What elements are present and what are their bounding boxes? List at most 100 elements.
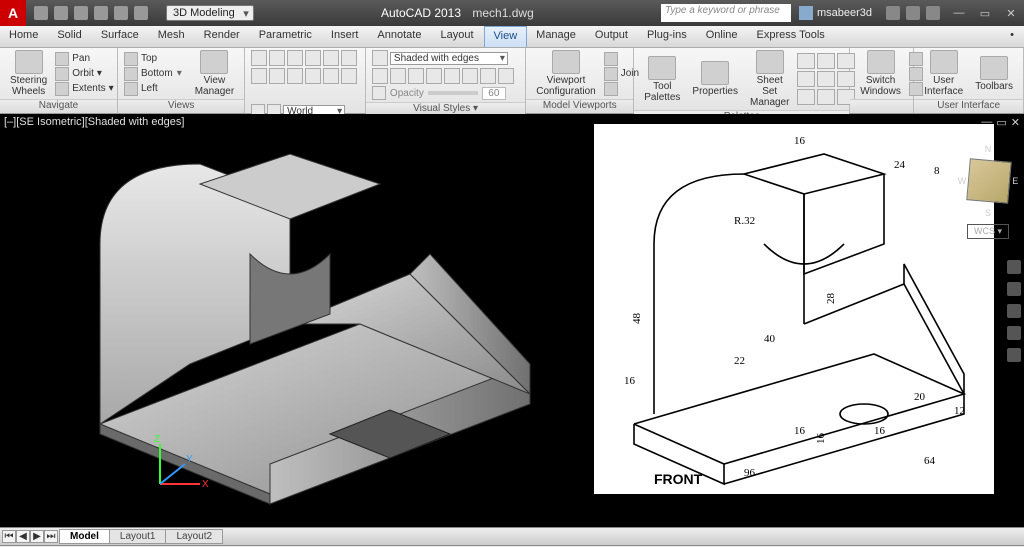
tab-expresstools[interactable]: Express Tools bbox=[748, 26, 835, 47]
qat-print-icon[interactable] bbox=[134, 6, 148, 20]
layout-tab-layout2[interactable]: Layout2 bbox=[165, 529, 223, 544]
orbit-tool-icon[interactable] bbox=[1007, 326, 1021, 340]
ribbon-help-icon[interactable]: • bbox=[1001, 26, 1024, 47]
layout-tab-layout1[interactable]: Layout1 bbox=[109, 529, 167, 544]
sheet-set-button[interactable]: Sheet Set Manager bbox=[746, 50, 793, 108]
vs-icon[interactable] bbox=[498, 68, 514, 84]
panel-windows: Switch Windows bbox=[850, 48, 914, 113]
help-icon[interactable] bbox=[926, 6, 940, 20]
showmotion-icon[interactable] bbox=[1007, 348, 1021, 362]
view-left-button[interactable]: Left bbox=[124, 82, 173, 96]
named-vp-icon bbox=[604, 52, 618, 66]
nav-prev-icon[interactable]: ◀ bbox=[16, 530, 30, 543]
vs-icon[interactable] bbox=[444, 68, 460, 84]
steering-wheels-button[interactable]: Steering Wheels bbox=[6, 50, 51, 97]
viewport-controls[interactable]: [–][SE Isometric][Shaded with edges] bbox=[4, 116, 184, 128]
tab-surface[interactable]: Surface bbox=[92, 26, 149, 47]
drawing-area[interactable]: [–][SE Isometric][Shaded with edges] — ▭… bbox=[0, 114, 1024, 527]
tool-palettes-button[interactable]: Tool Palettes bbox=[640, 56, 684, 103]
stay-connected-icon[interactable] bbox=[906, 6, 920, 20]
close-button[interactable]: ✕ bbox=[998, 3, 1024, 23]
vs-icon[interactable] bbox=[408, 68, 424, 84]
layout-tab-model[interactable]: Model bbox=[59, 529, 110, 544]
signin-user[interactable]: msabeer3d bbox=[799, 6, 872, 20]
opacity-value[interactable]: 60 bbox=[482, 87, 506, 100]
workspace-switcher[interactable]: 3D Modeling bbox=[166, 5, 254, 21]
dim: 40 bbox=[764, 333, 776, 345]
vp-minimize-icon[interactable]: — bbox=[981, 116, 992, 129]
nav-last-icon[interactable]: ⏭ bbox=[44, 530, 58, 543]
vs-preview-icon[interactable] bbox=[372, 50, 388, 66]
view-bottom-button[interactable]: Bottom bbox=[124, 67, 173, 81]
tab-manage[interactable]: Manage bbox=[527, 26, 586, 47]
orbit-button[interactable]: Orbit ▾ bbox=[55, 67, 113, 81]
ucs-icons-grid[interactable] bbox=[251, 50, 357, 102]
model-3d-view bbox=[30, 134, 550, 514]
vp-close-icon[interactable]: ✕ bbox=[1011, 116, 1020, 129]
exchange-icon[interactable] bbox=[886, 6, 900, 20]
vs-icon[interactable] bbox=[372, 68, 388, 84]
view-cube[interactable]: N WE S WCS ▾ bbox=[958, 144, 1018, 244]
vs-icon[interactable] bbox=[462, 68, 478, 84]
qat-open-icon[interactable] bbox=[54, 6, 68, 20]
tab-plugins[interactable]: Plug-ins bbox=[638, 26, 697, 47]
tab-home[interactable]: Home bbox=[0, 26, 48, 47]
view-top-button[interactable]: Top bbox=[124, 52, 173, 66]
panel-navigate: Steering Wheels Pan Orbit ▾ Extents ▾ Na… bbox=[0, 48, 118, 113]
zoom-tool-icon[interactable] bbox=[1007, 304, 1021, 318]
user-interface-icon bbox=[930, 50, 958, 74]
nav-next-icon[interactable]: ▶ bbox=[30, 530, 44, 543]
restore-button[interactable]: ▭ bbox=[972, 3, 998, 23]
nav-first-icon[interactable]: ⏮ bbox=[2, 530, 16, 543]
vs-icon[interactable] bbox=[426, 68, 442, 84]
steering-wheel-icon bbox=[15, 50, 43, 74]
tab-mesh[interactable]: Mesh bbox=[149, 26, 195, 47]
dim: 16 bbox=[874, 425, 886, 437]
tab-view[interactable]: View bbox=[484, 26, 528, 47]
tab-output[interactable]: Output bbox=[586, 26, 638, 47]
switch-windows-icon bbox=[867, 50, 895, 74]
view-cube-face[interactable] bbox=[966, 158, 1012, 204]
qat-undo-icon[interactable] bbox=[94, 6, 108, 20]
qat-redo-icon[interactable] bbox=[114, 6, 128, 20]
vs-icon[interactable] bbox=[390, 68, 406, 84]
layout-nav: ⏮ ◀ ▶ ⏭ bbox=[0, 530, 60, 543]
viewport-config-button[interactable]: Viewport Configuration bbox=[532, 50, 599, 97]
pan-tool-icon[interactable] bbox=[1007, 282, 1021, 296]
minimize-button[interactable]: — bbox=[946, 3, 972, 23]
dim: 24 bbox=[894, 159, 906, 171]
properties-button[interactable]: Properties bbox=[688, 61, 742, 97]
view-manager-button[interactable]: View Manager bbox=[191, 50, 238, 97]
pan-button[interactable]: Pan bbox=[55, 52, 113, 66]
user-avatar-icon bbox=[799, 6, 813, 20]
opacity-slider[interactable] bbox=[428, 91, 478, 95]
full-nav-wheel-icon[interactable] bbox=[1007, 260, 1021, 274]
tab-insert[interactable]: Insert bbox=[322, 26, 369, 47]
tab-layout[interactable]: Layout bbox=[431, 26, 483, 47]
front-label: FRONT bbox=[654, 471, 703, 487]
extents-button[interactable]: Extents ▾ bbox=[55, 82, 113, 96]
app-name: AutoCAD 2013 bbox=[381, 6, 461, 20]
palettes-grid[interactable] bbox=[797, 53, 855, 105]
panel-label: Navigate bbox=[0, 99, 117, 113]
opacity-icon bbox=[372, 86, 386, 100]
tab-online[interactable]: Online bbox=[697, 26, 748, 47]
qat-save-icon[interactable] bbox=[74, 6, 88, 20]
dim: R.32 bbox=[734, 215, 755, 227]
switch-windows-button[interactable]: Switch Windows bbox=[856, 50, 905, 97]
viewport-window-controls: — ▭ ✕ bbox=[981, 116, 1020, 129]
toolbars-icon bbox=[980, 56, 1008, 80]
visual-style-dropdown[interactable]: Shaded with edges bbox=[390, 52, 508, 65]
toolbars-button[interactable]: Toolbars bbox=[971, 56, 1017, 92]
vp-restore-icon[interactable]: ▭ bbox=[996, 116, 1006, 129]
app-menu-button[interactable]: A bbox=[0, 0, 26, 26]
qat-new-icon[interactable] bbox=[34, 6, 48, 20]
tab-render[interactable]: Render bbox=[195, 26, 250, 47]
user-interface-button[interactable]: User Interface bbox=[920, 50, 967, 97]
vs-icon[interactable] bbox=[480, 68, 496, 84]
infocenter-search[interactable]: Type a keyword or phrase bbox=[661, 4, 791, 22]
tab-parametric[interactable]: Parametric bbox=[250, 26, 322, 47]
wcs-dropdown[interactable]: WCS ▾ bbox=[967, 224, 1009, 239]
tab-annotate[interactable]: Annotate bbox=[368, 26, 431, 47]
tab-solid[interactable]: Solid bbox=[48, 26, 91, 47]
